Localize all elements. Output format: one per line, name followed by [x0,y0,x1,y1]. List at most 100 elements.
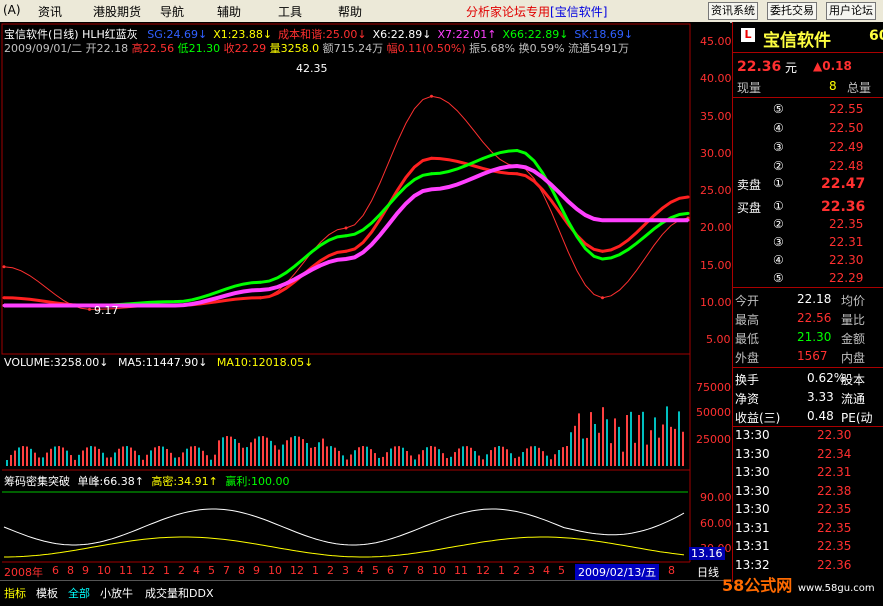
series-point [601,218,604,222]
tab-xiaofangniu[interactable]: 小放牛 [100,585,133,601]
sell-row[interactable]: ③ 22.49 [733,138,883,157]
volume-bar [306,442,308,466]
series-point [259,288,262,292]
buy-row[interactable]: ② 22.35 [733,215,883,234]
volume-bar [190,446,192,466]
volume-bar [406,450,408,466]
buy-row[interactable]: ③ 22.31 [733,233,883,252]
now-volume-value: 8 [829,79,837,93]
volume-bar [630,411,632,466]
stat2-row[interactable]: 收益(三) 0.48 PE(动 [733,407,883,426]
volume-bar [626,415,628,466]
brand-title: 分析家论坛专用[宝信软件] [466,3,607,20]
volume-bar [18,447,20,466]
volume-bar [526,448,528,466]
tick-time: 13:31 [735,539,770,553]
stat2-row[interactable]: 换手 0.62% 股本 [733,369,883,388]
date-month-label: 7 [223,564,230,577]
sell-price: 22.48 [829,159,864,173]
tick-row[interactable]: 13:30 22.34 [733,445,883,464]
volume-bar [550,459,552,466]
date-month-label: 10 [268,564,282,577]
volume-bar [238,442,240,466]
stat-row[interactable]: 今开 22.18 均价 [733,290,883,309]
volume-bar [42,457,44,466]
watermark: 58公式网 www.58gu.com [722,572,875,596]
stat-value: 22.18 [797,292,832,306]
volume-bar [354,450,356,466]
buy-row[interactable]: ⑤ 22.29 [733,269,883,288]
price-axis-10: 10.00 [700,296,732,309]
volume-bar [650,430,652,466]
volume-bar [374,453,376,466]
sell-row[interactable]: ⑤ 22.55 [733,100,883,119]
volume-bar [566,446,568,466]
total-volume-label: 总量 [847,81,872,95]
tab-volume-ddx[interactable]: 成交量和DDX [145,585,213,601]
stat-row[interactable]: 最高 22.56 量比 [733,309,883,328]
sell-row[interactable]: ④ 22.50 [733,119,883,138]
sell-price: 22.49 [829,140,864,154]
volume-bar [574,425,576,466]
stat-value: 21.30 [797,330,832,344]
tick-row[interactable]: 13:30 22.31 [733,463,883,482]
system-menu-icon[interactable]: (A) [3,3,21,17]
ohlc-vol: 量3258.0 [269,42,320,55]
menu-help[interactable]: 帮助 [338,3,362,20]
buy-row[interactable]: ④ 22.30 [733,251,883,270]
volume-bar [242,447,244,466]
sell-1-index: ① [773,176,784,190]
menu-info[interactable]: 资讯 [38,3,62,20]
tick-row[interactable]: 13:30 22.30 [733,426,883,445]
volume-bar [86,447,88,466]
volume-bar [618,426,620,466]
date-month-label: 8 [67,564,74,577]
volume-bar [182,452,184,466]
price-axis-5: 5.00 [706,333,731,346]
tab-all[interactable]: 全部 [68,585,90,601]
tab-indicators[interactable]: 指标 [4,585,26,601]
buy-1-row[interactable]: 买盘 ① 22.36 [733,197,883,216]
menu-hk-futures[interactable]: 港股期货 [93,3,141,20]
volume-bar [302,439,304,466]
volume-bar [278,449,280,466]
tab-templates[interactable]: 模板 [36,585,58,601]
volume-bar [646,444,648,466]
buy-index: ③ [773,235,784,249]
menu-tools[interactable]: 工具 [278,3,302,20]
volume-bar [226,436,228,466]
stat-row[interactable]: 最低 21.30 金额 [733,328,883,347]
menu-nav[interactable]: 导航 [160,3,184,20]
tick-row[interactable]: 13:31 22.35 [733,519,883,538]
kline-chart[interactable] [0,22,730,582]
buy-price: 22.31 [829,235,864,249]
trade-button[interactable]: 委托交易 [767,2,817,20]
forum-button[interactable]: 用户论坛 [826,2,876,20]
tick-row[interactable]: 13:31 22.35 [733,537,883,556]
volume-bar [110,457,112,466]
stat2-row[interactable]: 净资 3.33 流通 [733,388,883,407]
info-system-button[interactable]: 资讯系统 [708,2,758,20]
stat-label: 最低 [735,332,760,346]
sell-1-row[interactable]: 卖盘 ① 22.47 [733,174,883,193]
date-year: 2008年 [4,566,43,579]
stat-label-right: 均价 [841,294,866,308]
volume-bar [46,452,48,466]
chip-peak: 单峰:66.38↑ [77,475,144,488]
stat2-label: 换手 [735,373,760,387]
date-month-label: 5 [208,564,215,577]
volume-bar [330,446,332,466]
stat2-label: 收益(三) [735,411,781,425]
volume-bar [270,440,272,466]
stat-row[interactable]: 外盘 1567 内盘 [733,347,883,366]
menu-assist[interactable]: 辅助 [217,3,241,20]
volume-bar [486,454,488,466]
tick-row[interactable]: 13:30 22.38 [733,482,883,501]
tick-row[interactable]: 13:30 22.35 [733,500,883,519]
sell-index: ④ [773,121,784,135]
volume-bar [430,446,432,466]
volume-bar [314,447,316,466]
volume-axis-75000: 75000 [696,381,731,394]
volume-bar [54,446,56,466]
buy-price: 22.30 [829,253,864,267]
